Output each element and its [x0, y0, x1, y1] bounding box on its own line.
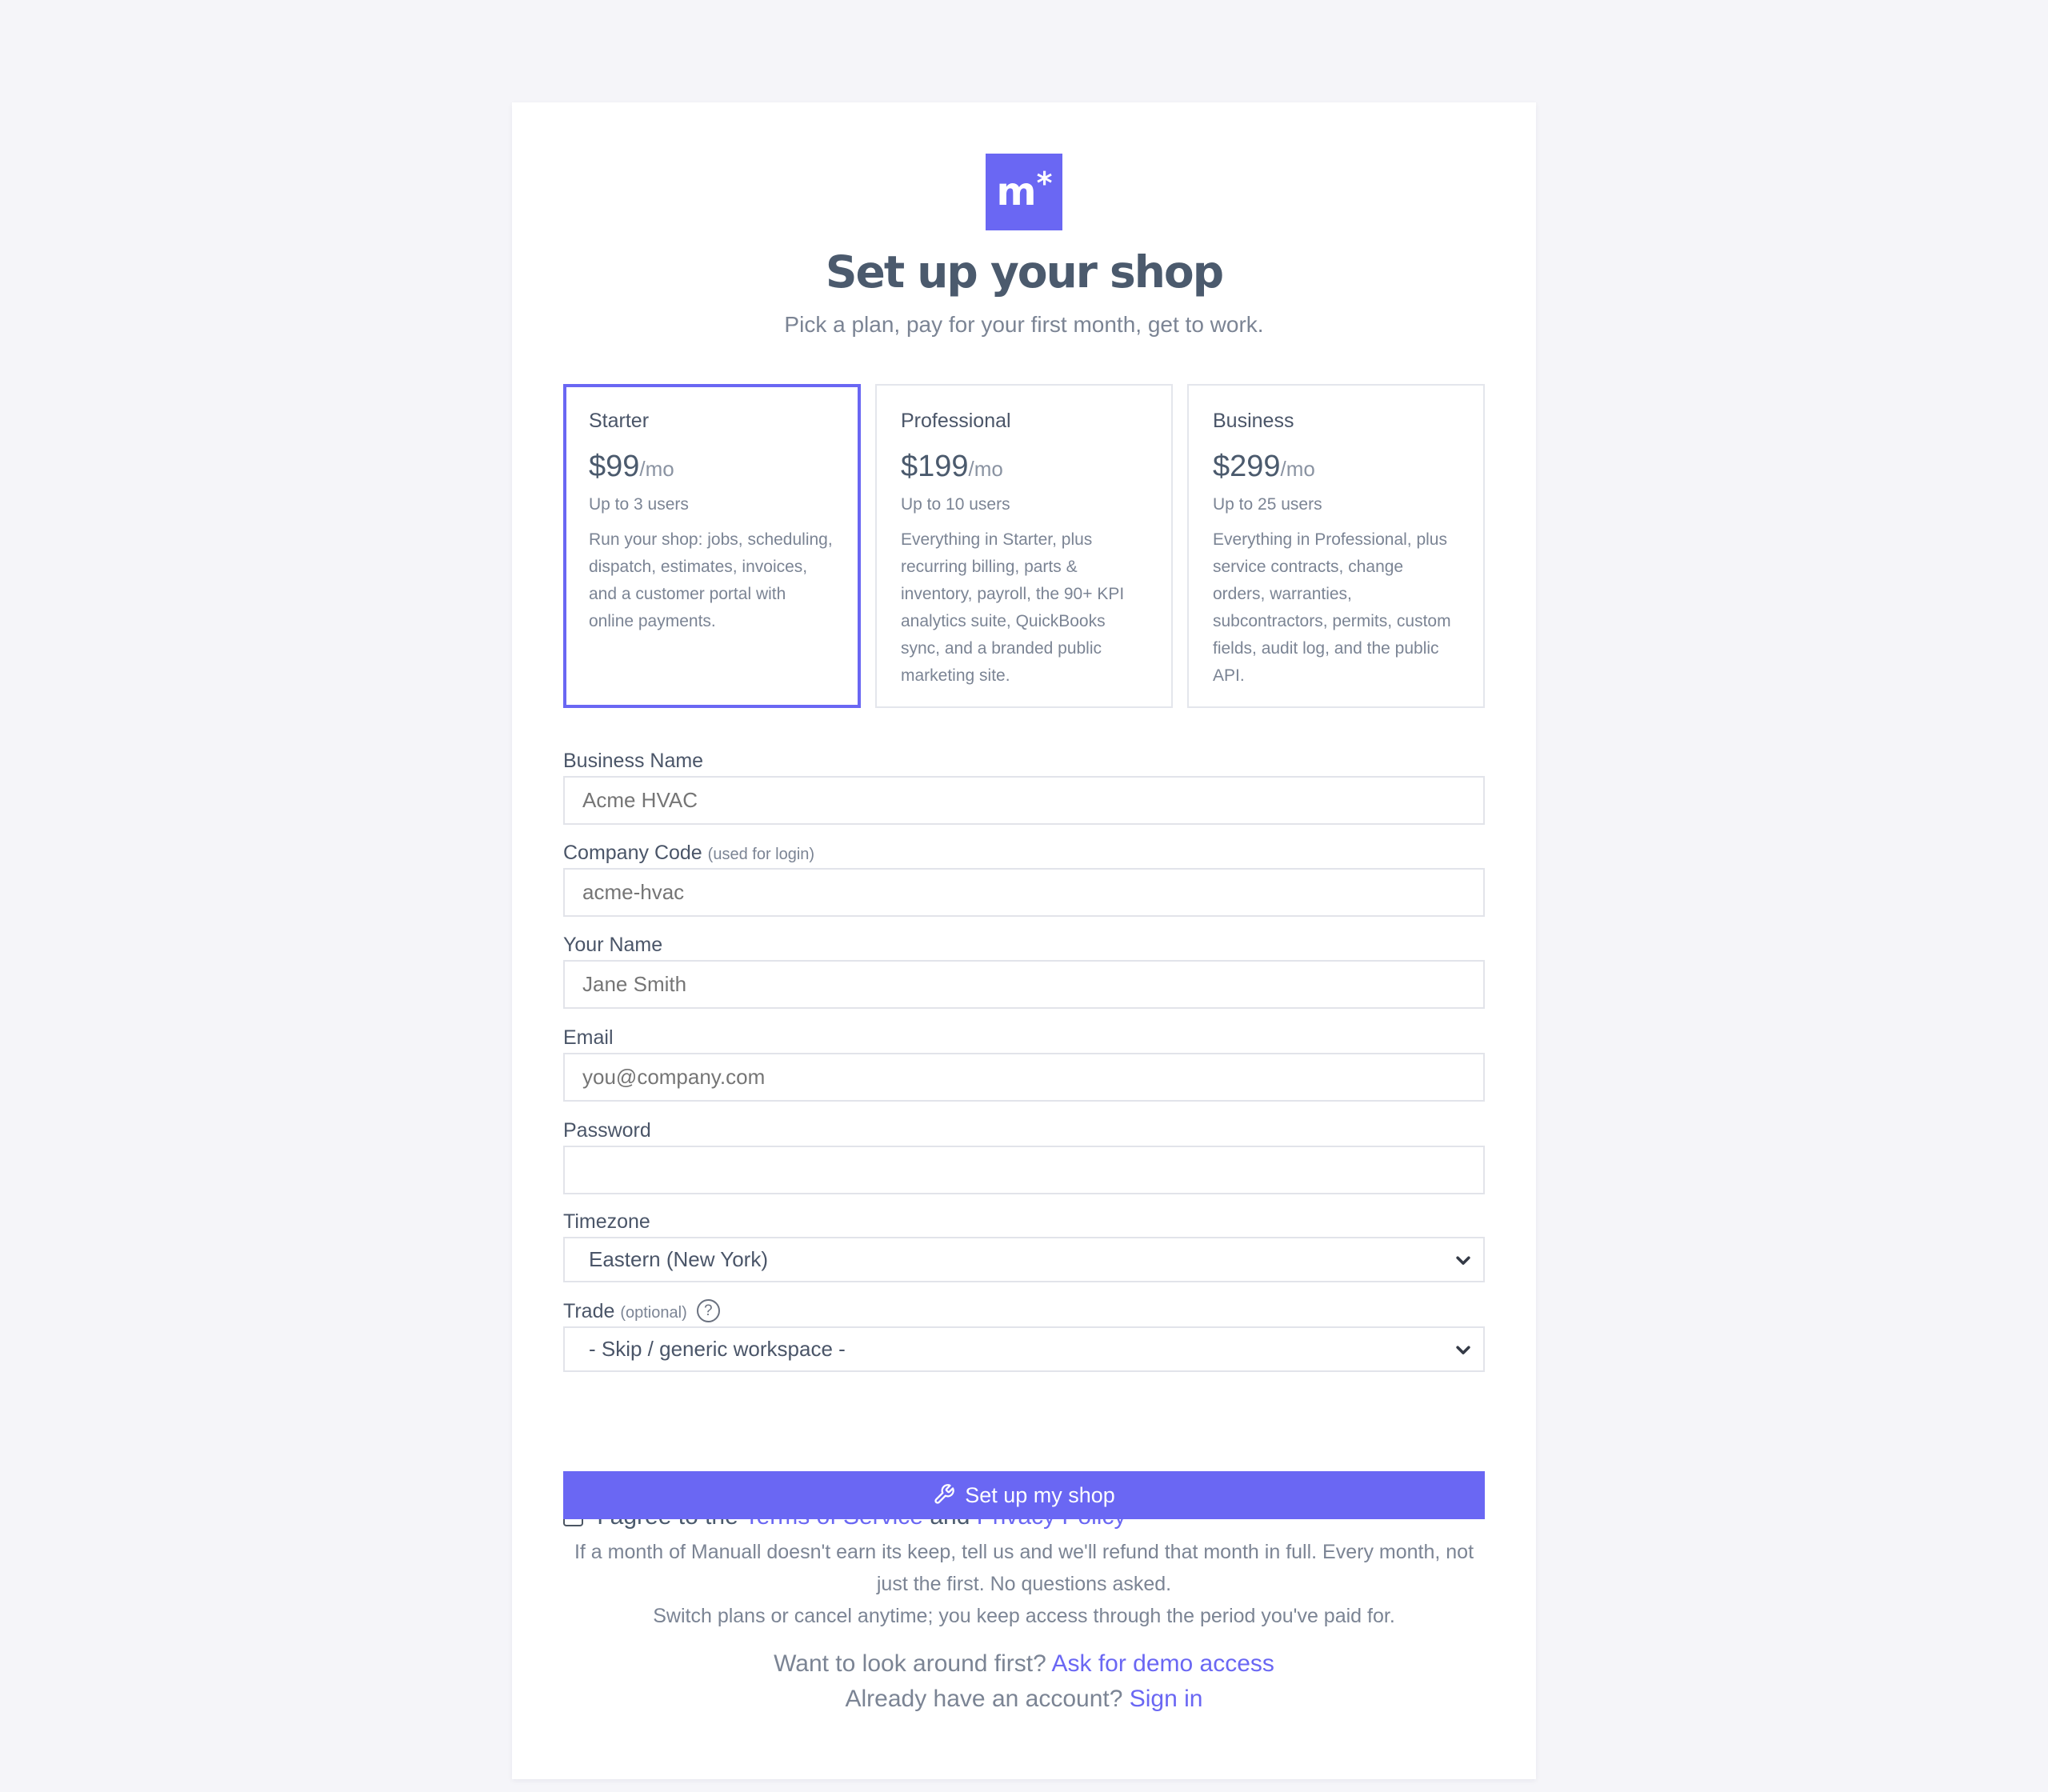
plan-name: Business [1213, 410, 1294, 432]
chevron-down-icon [1456, 1346, 1470, 1354]
trade-field: Trade (optional)? - Skip / generic works… [563, 1298, 1485, 1372]
timezone-label: Timezone [563, 1210, 650, 1233]
email-input[interactable] [563, 1053, 1485, 1102]
timezone-select[interactable]: Eastern (New York) [563, 1237, 1485, 1282]
question-circle-icon[interactable]: ? [696, 1298, 720, 1322]
company-code-field: Company Code (used for login) [563, 839, 1485, 917]
trade-label: Trade (optional)? [563, 1298, 1485, 1325]
footer-links: Want to look around first? Ask for demo … [512, 1646, 1536, 1717]
plan-description: Everything in Starter, plus recurring bi… [901, 530, 1125, 685]
wrench-icon [934, 1484, 954, 1504]
plan-price: $299/mo [1213, 450, 1315, 483]
plan-price: $99/mo [589, 450, 674, 483]
email-field: Email [563, 1024, 1485, 1102]
signin-line: Already have an account? Sign in [845, 1686, 1203, 1712]
page-title: Set up your shop [825, 246, 1224, 298]
business-name-label: Business Name [563, 750, 704, 772]
trade-selected-value: - Skip / generic workspace - [589, 1337, 846, 1361]
demo-access-link[interactable]: Ask for demo access [1051, 1650, 1274, 1677]
page-subtitle: Pick a plan, pay for your first month, g… [784, 312, 1264, 337]
password-label: Password [563, 1119, 651, 1142]
company-code-hint: (used for login) [707, 846, 815, 863]
signup-card: m* Set up your shop Pick a plan, pay for… [512, 102, 1536, 1779]
sign-in-link[interactable]: Sign in [1130, 1686, 1203, 1712]
cancel-text: Switch plans or cancel anytime; you keep… [653, 1605, 1395, 1627]
your-name-label: Your Name [563, 934, 663, 956]
plan-price: $199/mo [901, 450, 1003, 483]
set-up-shop-button[interactable]: Set up my shop [563, 1471, 1485, 1519]
plan-picker: Starter $99/mo Up to 3 users Run your sh… [563, 384, 1485, 708]
password-field: Password [563, 1117, 1485, 1194]
plan-card-starter[interactable]: Starter $99/mo Up to 3 users Run your sh… [563, 384, 861, 708]
business-name-input[interactable] [563, 776, 1485, 825]
plan-users: Up to 10 users [901, 495, 1010, 514]
plan-description: Run your shop: jobs, scheduling, dispatc… [589, 530, 833, 630]
company-code-label: Company Code (used for login) [563, 842, 815, 864]
company-code-input[interactable] [563, 868, 1485, 917]
plan-users: Up to 3 users [589, 495, 689, 514]
timezone-selected-value: Eastern (New York) [589, 1247, 768, 1271]
plan-card-business[interactable]: Business $299/mo Up to 25 users Everythi… [1187, 384, 1485, 708]
email-label: Email [563, 1026, 614, 1049]
trade-hint: (optional) [620, 1304, 687, 1322]
your-name-input[interactable] [563, 960, 1485, 1009]
password-input[interactable] [563, 1146, 1485, 1194]
refund-text: If a month of Manuall doesn't earn its k… [574, 1541, 1474, 1595]
plan-card-professional[interactable]: Professional $199/mo Up to 10 users Ever… [875, 384, 1173, 708]
plan-description: Everything in Professional, plus service… [1213, 530, 1451, 685]
your-name-field: Your Name [563, 931, 1485, 1009]
plan-name: Professional [901, 410, 1011, 432]
business-name-field: Business Name [563, 747, 1485, 825]
refund-fine-print: If a month of Manuall doesn't earn its k… [563, 1536, 1485, 1632]
trade-select[interactable]: - Skip / generic workspace - [563, 1326, 1485, 1372]
demo-line: Want to look around first? Ask for demo … [774, 1650, 1274, 1677]
plan-name: Starter [589, 410, 650, 432]
timezone-field: Timezone Eastern (New York) [563, 1208, 1485, 1282]
brand-logo: m* [986, 154, 1062, 230]
plan-users: Up to 25 users [1213, 495, 1322, 514]
set-up-shop-label: Set up my shop [965, 1483, 1115, 1507]
chevron-down-icon [1456, 1256, 1470, 1265]
